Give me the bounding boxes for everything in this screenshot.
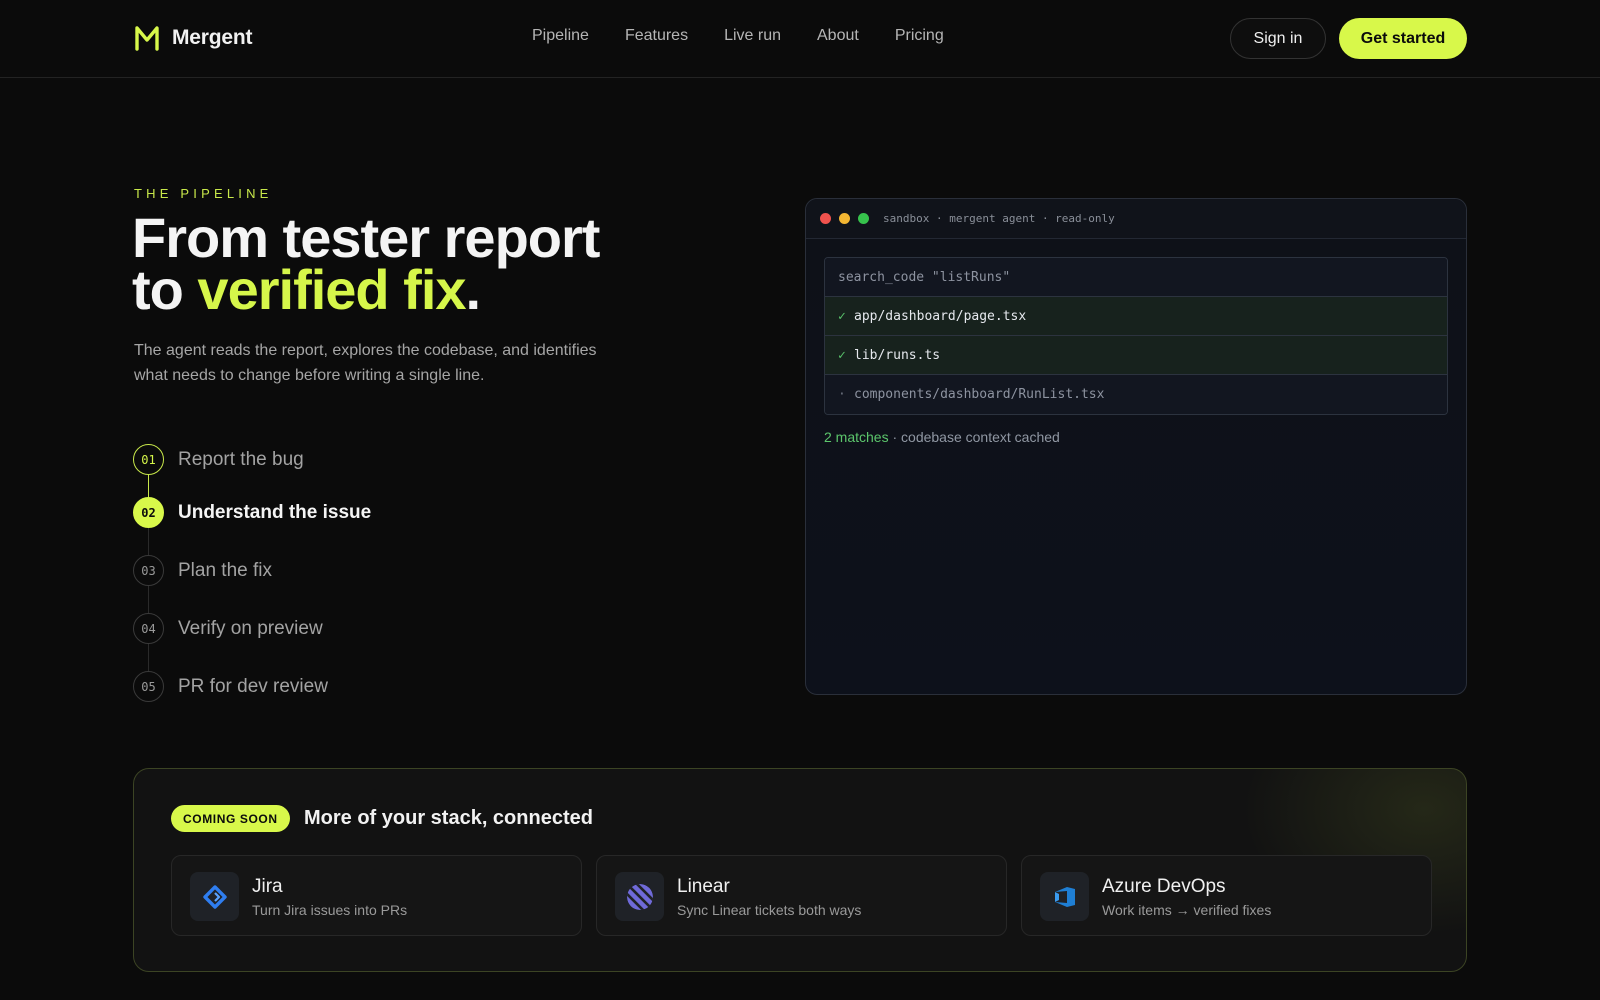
integration-description: Work items → verified fixes bbox=[1102, 902, 1272, 918]
nav-links: Pipeline Features Live run About Pricing bbox=[532, 27, 944, 45]
integration-card-azure-devops[interactable]: Azure DevOps Work items → verified fixes bbox=[1021, 855, 1432, 936]
headline-accent: verified fix bbox=[197, 258, 466, 321]
step-number: 04 bbox=[133, 613, 164, 644]
match-count: 2 matches bbox=[824, 429, 889, 445]
step-pr-for-dev-review[interactable]: 05 PR for dev review bbox=[133, 671, 328, 702]
step-report-the-bug[interactable]: 01 Report the bug bbox=[133, 444, 304, 475]
azure-devops-icon bbox=[1040, 872, 1089, 921]
nav-link-pricing[interactable]: Pricing bbox=[895, 27, 944, 45]
terminal-titlebar: sandbox · mergent agent · read-only bbox=[806, 199, 1466, 239]
status-text: · codebase context cached bbox=[888, 429, 1060, 445]
step-label: Understand the issue bbox=[178, 501, 372, 523]
result-row[interactable]: · components/dashboard/RunList.tsx bbox=[825, 375, 1447, 414]
search-command: search_code "listRuns" bbox=[825, 258, 1447, 297]
get-started-button[interactable]: Get started bbox=[1339, 18, 1467, 59]
step-number: 01 bbox=[133, 444, 164, 475]
nav-link-pipeline[interactable]: Pipeline bbox=[532, 27, 589, 45]
maximize-dot-icon bbox=[858, 213, 869, 224]
top-nav: Mergent Pipeline Features Live run About… bbox=[0, 0, 1600, 78]
jira-icon bbox=[190, 872, 239, 921]
result-path: components/dashboard/RunList.tsx bbox=[854, 387, 1105, 402]
integration-description: Turn Jira issues into PRs bbox=[252, 902, 408, 918]
bullet-icon: · bbox=[838, 387, 846, 402]
pipeline-steps: 01 Report the bug 02 Understand the issu… bbox=[133, 444, 553, 708]
integration-description: Sync Linear tickets both ways bbox=[677, 902, 862, 918]
page: Mergent Pipeline Features Live run About… bbox=[0, 0, 1600, 1000]
check-icon: ✓ bbox=[838, 347, 846, 363]
step-label: Verify on preview bbox=[178, 617, 323, 639]
terminal-status: 2 matches · codebase context cached bbox=[824, 429, 1448, 445]
hero-subcopy: The agent reads the report, explores the… bbox=[134, 342, 597, 384]
sign-in-button[interactable]: Sign in bbox=[1230, 18, 1326, 59]
step-verify-on-preview[interactable]: 04 Verify on preview bbox=[133, 613, 323, 644]
nav-link-about[interactable]: About bbox=[817, 27, 859, 45]
step-label: Report the bug bbox=[178, 448, 304, 470]
step-number: 05 bbox=[133, 671, 164, 702]
integration-card-linear[interactable]: Linear Sync Linear tickets both ways bbox=[596, 855, 1007, 936]
step-number: 03 bbox=[133, 555, 164, 586]
terminal-body: search_code "listRuns" ✓ app/dashboard/p… bbox=[824, 257, 1448, 445]
minimize-dot-icon bbox=[839, 213, 850, 224]
nav-link-features[interactable]: Features bbox=[625, 27, 688, 45]
integration-card-jira[interactable]: Jira Turn Jira issues into PRs bbox=[171, 855, 582, 936]
headline-period: . bbox=[465, 258, 482, 321]
terminal-title: sandbox · mergent agent · read-only bbox=[883, 212, 1115, 225]
step-label: PR for dev review bbox=[178, 675, 328, 697]
integrations-title: More of your stack, connected bbox=[304, 807, 593, 829]
step-label: Plan the fix bbox=[178, 559, 272, 581]
headline-to: to bbox=[132, 258, 198, 321]
section-eyebrow: THE PIPELINE bbox=[134, 186, 273, 201]
command-text: search_code "listRuns" bbox=[838, 269, 1011, 285]
result-row[interactable]: ✓ app/dashboard/page.tsx bbox=[825, 297, 1447, 336]
search-results: search_code "listRuns" ✓ app/dashboard/p… bbox=[824, 257, 1448, 415]
hero-headline: From tester report to verified fix. bbox=[132, 210, 752, 318]
brand-name: Mergent bbox=[172, 26, 253, 49]
check-icon: ✓ bbox=[838, 308, 846, 324]
linear-icon bbox=[615, 872, 664, 921]
result-row[interactable]: ✓ lib/runs.ts bbox=[825, 336, 1447, 375]
coming-soon-badge: COMING SOON bbox=[171, 805, 290, 832]
nav-link-live-run[interactable]: Live run bbox=[724, 27, 781, 45]
mergent-logo-icon bbox=[135, 26, 159, 51]
integration-name: Azure DevOps bbox=[1102, 876, 1226, 897]
step-number: 02 bbox=[133, 497, 164, 528]
result-path: lib/runs.ts bbox=[854, 347, 941, 363]
step-plan-the-fix[interactable]: 03 Plan the fix bbox=[133, 555, 272, 586]
brand[interactable]: Mergent bbox=[134, 24, 252, 52]
integrations-panel: COMING SOON More of your stack, connecte… bbox=[133, 768, 1467, 972]
integration-name: Linear bbox=[677, 876, 730, 897]
agent-terminal: sandbox · mergent agent · read-only sear… bbox=[805, 198, 1467, 695]
integration-name: Jira bbox=[252, 876, 283, 897]
result-path: app/dashboard/page.tsx bbox=[854, 308, 1027, 324]
close-dot-icon bbox=[820, 213, 831, 224]
integration-cards: Jira Turn Jira issues into PRs Linear Sy… bbox=[171, 855, 1432, 936]
step-understand-the-issue[interactable]: 02 Understand the issue bbox=[133, 497, 371, 528]
